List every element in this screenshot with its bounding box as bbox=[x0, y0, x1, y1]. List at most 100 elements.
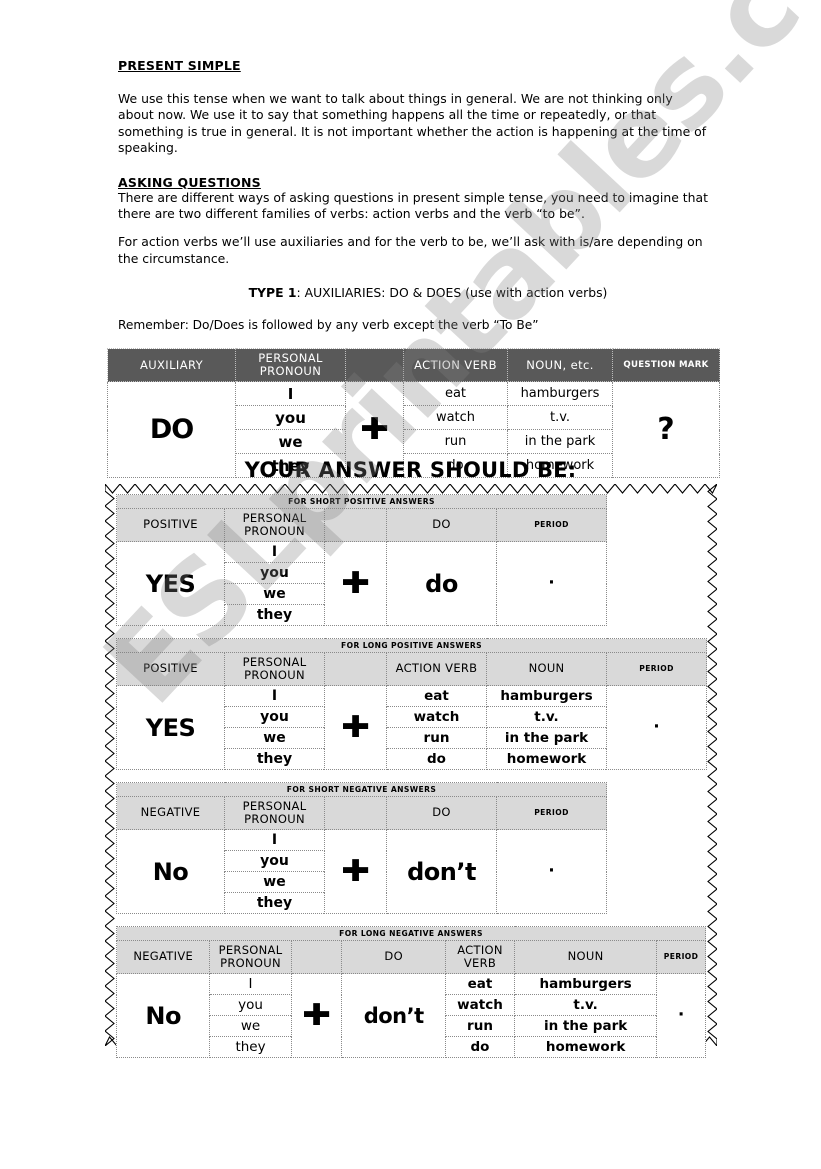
header-action-verb: ACTION VERB bbox=[403, 348, 508, 382]
pronoun-cell: we bbox=[224, 871, 325, 893]
pronoun-cell: I bbox=[209, 973, 292, 995]
asking-questions-body-2: For action verbs we’ll use auxiliaries a… bbox=[118, 234, 703, 266]
header-positive: POSITIVE bbox=[116, 508, 225, 542]
period-value: · bbox=[605, 685, 708, 770]
present-simple-title: PRESENT SIMPLE bbox=[118, 58, 241, 73]
aux-do-value: do bbox=[386, 541, 497, 626]
action-verb-cell: do bbox=[386, 748, 487, 770]
noun-cell: t.v. bbox=[514, 994, 658, 1016]
body-spacer bbox=[607, 830, 707, 914]
table-caption-row: FOR LONG NEGATIVE ANSWERS bbox=[116, 926, 706, 941]
table-body-row: No I ✚ don’t · bbox=[116, 829, 707, 914]
header-negative: NEGATIVE bbox=[115, 940, 211, 974]
header-do: DO bbox=[341, 940, 446, 974]
header-personal-pronoun: PERSONAL PRONOUN bbox=[224, 508, 325, 542]
header-noun: NOUN, etc. bbox=[507, 348, 613, 382]
remember-note: Remember: Do/Does is followed by any ver… bbox=[118, 318, 539, 333]
polarity-yes-value: YES bbox=[116, 541, 225, 626]
polarity-no-value: No bbox=[115, 973, 211, 1058]
period-value: · bbox=[656, 973, 706, 1058]
action-verb-cell: do bbox=[444, 1036, 516, 1058]
answer-heading: YOUR ANSWER SHOULD BE: bbox=[244, 458, 577, 482]
header-personal-pronoun-line1: PERSONAL bbox=[242, 510, 307, 525]
header-personal-pronoun-line1: PERSONAL bbox=[242, 798, 307, 813]
answer-tables-container: FOR SHORT POSITIVE ANSWERS POSITIVE PERS… bbox=[115, 494, 708, 1070]
short-positive-answers-table: FOR SHORT POSITIVE ANSWERS POSITIVE PERS… bbox=[115, 494, 707, 626]
noun-cell: homework bbox=[514, 1036, 658, 1058]
header-spacer bbox=[607, 509, 707, 542]
header-personal-pronoun-line2: PRONOUN bbox=[259, 364, 322, 378]
header-action-verb-line2: VERB bbox=[463, 956, 497, 970]
header-personal-pronoun: PERSONAL PRONOUN bbox=[209, 940, 292, 974]
header-plus-blank bbox=[324, 508, 387, 542]
header-personal-pronoun: PERSONAL PRONOUN bbox=[235, 348, 346, 382]
action-verb-cell: run bbox=[444, 1015, 516, 1037]
action-verb-cell: eat bbox=[444, 973, 516, 995]
table-body-row: DO I ✚ eat hamburgers ? bbox=[107, 381, 720, 478]
aux-dont-value: don’t bbox=[341, 973, 446, 1058]
pronoun-cell: you bbox=[224, 850, 325, 872]
pronoun-cell: we bbox=[209, 1015, 292, 1037]
type-1-rest: : AUXILIARIES: DO & DOES (use with actio… bbox=[296, 285, 608, 301]
plus-sign-cell: ✚ bbox=[290, 973, 343, 1058]
aux-dont-value: don’t bbox=[386, 829, 497, 914]
table-header-row: POSITIVE PERSONAL PRONOUN DO PERIOD bbox=[116, 508, 707, 542]
header-personal-pronoun-line2: PRONOUN bbox=[244, 524, 305, 538]
pronoun-cell: we bbox=[235, 429, 346, 454]
plus-icon: ✚ bbox=[360, 411, 389, 447]
action-verb-cell: watch bbox=[444, 994, 516, 1016]
header-noun: NOUN bbox=[514, 940, 658, 974]
noun-cell: homework bbox=[486, 748, 607, 770]
noun-cell: in the park bbox=[486, 727, 607, 749]
long-positive-answers-table: FOR LONG POSITIVE ANSWERS POSITIVE PERSO… bbox=[115, 638, 708, 770]
plus-sign-cell: ✚ bbox=[324, 829, 387, 914]
header-negative: NEGATIVE bbox=[116, 796, 225, 830]
pronoun-cell: I bbox=[235, 381, 346, 406]
polarity-yes-value: YES bbox=[116, 685, 225, 770]
noun-cell: in the park bbox=[514, 1015, 658, 1037]
header-personal-pronoun: PERSONAL PRONOUN bbox=[224, 796, 325, 830]
header-auxiliary: AUXILIARY bbox=[107, 348, 236, 382]
noun-cell: hamburgers bbox=[514, 973, 658, 995]
worksheet-page: ESLprintables.com PRESENT SIMPLE We use … bbox=[0, 0, 821, 1169]
body-spacer bbox=[607, 542, 707, 626]
noun-cell: t.v. bbox=[507, 405, 613, 430]
table-header-row: NEGATIVE PERSONAL PRONOUN DO ACTION VERB… bbox=[115, 940, 706, 974]
answer-section-box: FOR SHORT POSITIVE ANSWERS POSITIVE PERS… bbox=[105, 484, 717, 1058]
header-positive: POSITIVE bbox=[116, 652, 225, 686]
pronoun-cell: they bbox=[224, 892, 325, 914]
header-personal-pronoun: PERSONAL PRONOUN bbox=[224, 652, 325, 686]
header-personal-pronoun-line1: PERSONAL bbox=[218, 942, 283, 957]
header-period: PERIOD bbox=[495, 796, 608, 830]
caption-short-negative: FOR SHORT NEGATIVE ANSWERS bbox=[115, 782, 608, 797]
caption-long-positive: FOR LONG POSITIVE ANSWERS bbox=[115, 638, 708, 653]
table-caption-row: FOR SHORT POSITIVE ANSWERS bbox=[115, 494, 707, 509]
header-personal-pronoun-line2: PRONOUN bbox=[220, 956, 281, 970]
present-simple-body: We use this tense when we want to talk a… bbox=[118, 91, 707, 156]
asking-questions-title: ASKING QUESTIONS bbox=[118, 174, 261, 190]
header-period: PERIOD bbox=[656, 940, 706, 974]
table-caption-row: FOR SHORT NEGATIVE ANSWERS bbox=[115, 782, 707, 797]
plus-icon: ✚ bbox=[302, 997, 331, 1033]
header-do: DO bbox=[386, 508, 497, 542]
header-personal-pronoun-line2: PRONOUN bbox=[244, 668, 305, 682]
pronoun-cell: I bbox=[224, 685, 325, 707]
asking-questions-body: There are different ways of asking quest… bbox=[118, 189, 708, 222]
header-period: PERIOD bbox=[605, 652, 708, 686]
header-plus-blank bbox=[324, 796, 387, 830]
table-header-row: AUXILIARY PERSONAL PRONOUN ACTION VERB N… bbox=[107, 348, 720, 382]
pronoun-cell: I bbox=[224, 541, 325, 563]
header-plus-blank bbox=[324, 652, 387, 686]
table-header-row: NEGATIVE PERSONAL PRONOUN DO PERIOD bbox=[116, 796, 707, 830]
plus-sign-cell: ✚ bbox=[324, 541, 387, 626]
header-spacer bbox=[607, 797, 707, 830]
noun-cell: hamburgers bbox=[507, 381, 613, 406]
table-header-row: POSITIVE PERSONAL PRONOUN ACTION VERB NO… bbox=[116, 652, 708, 686]
type-1-label: TYPE 1 bbox=[248, 285, 297, 301]
action-verb-cell: watch bbox=[386, 706, 487, 728]
period-value: · bbox=[495, 541, 608, 626]
caption-long-negative: FOR LONG NEGATIVE ANSWERS bbox=[116, 926, 706, 941]
plus-sign-cell: ✚ bbox=[324, 685, 387, 770]
pronoun-cell: I bbox=[224, 829, 325, 851]
period-value: · bbox=[495, 829, 608, 914]
